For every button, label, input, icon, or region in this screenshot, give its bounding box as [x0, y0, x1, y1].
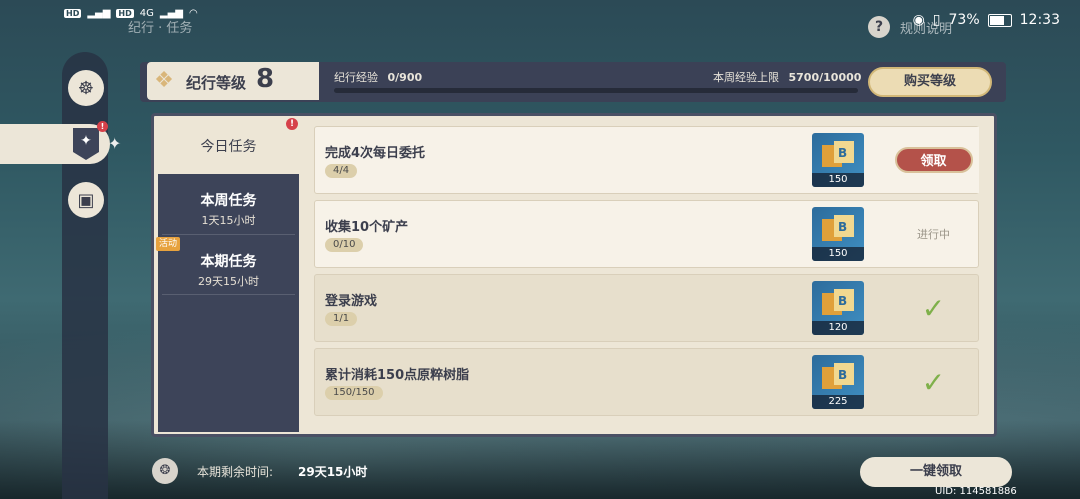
page-title: 纪行 · 任务 — [128, 21, 193, 36]
task-title: 收集10个矿产 — [325, 220, 409, 235]
task-row: 累计消耗150点原粹树脂 150/150 B 225 ✓ — [314, 348, 979, 416]
exp-label: 纪行经验 — [334, 71, 378, 84]
hd-badge: HD — [64, 9, 82, 18]
reward-item[interactable]: B 120 — [812, 281, 864, 335]
level-label: 纪行等级 — [186, 74, 247, 92]
exp-progress-bar — [334, 88, 858, 93]
exp-book-icon: B — [822, 363, 854, 389]
task-row: 登录游戏 1/1 B 120 ✓ — [314, 274, 979, 342]
task-action: ✓ — [888, 349, 979, 415]
task-progress: 1/1 — [325, 312, 358, 326]
battery-icon — [987, 13, 1012, 27]
rail-notification-badge: ! — [97, 121, 108, 132]
task-action: ✓ — [888, 275, 979, 341]
tab-weekly[interactable]: 本周任务 1天15小时 — [158, 190, 299, 228]
event-tag: 活动 — [156, 237, 181, 251]
level-emblem-icon: ❖ — [154, 68, 174, 93]
season-icon: ❂ — [152, 458, 178, 484]
task-title: 登录游戏 — [325, 294, 378, 309]
remaining-time-label: 本期剩余时间: — [197, 465, 274, 479]
svg-text:B: B — [838, 146, 847, 160]
checkmark-icon: ✓ — [921, 365, 946, 399]
exp-book-icon: B — [822, 215, 854, 241]
tab-today-badge: ! — [286, 118, 298, 130]
remaining-time-value: 29天15小时 — [298, 465, 368, 479]
help-icon[interactable]: ? — [868, 16, 890, 38]
side-rail — [62, 52, 108, 499]
tab-divider-2 — [162, 294, 295, 295]
rules-link[interactable]: 规则说明 — [900, 18, 952, 37]
task-row: 完成4次每日委托 4/4 B 150 领取 — [314, 126, 979, 194]
reward-card-icon[interactable]: ▣ — [68, 182, 104, 218]
svg-text:B: B — [838, 294, 847, 308]
clock: 12:33 — [1019, 12, 1060, 28]
sparkle-icon: ✦ — [108, 134, 122, 153]
signal-icon: ▂▄▆ — [87, 8, 111, 19]
task-title: 累计消耗150点原粹树脂 — [325, 368, 470, 383]
tab-season[interactable]: 本期任务 29天15小时 — [158, 251, 299, 289]
battery-percent: 73% — [948, 12, 980, 28]
claim-all-button[interactable]: 一键领取 — [860, 457, 1012, 487]
reward-quantity: 150 — [812, 173, 864, 187]
weekly-cap-readout: 本周经验上限 5700/10000 — [713, 69, 861, 85]
uid-label: UID: 114581886 — [935, 486, 1017, 497]
claim-button[interactable]: 领取 — [894, 147, 973, 173]
in-progress-label: 进行中 — [917, 228, 950, 241]
svg-text:B: B — [838, 220, 847, 234]
reward-item[interactable]: B 150 — [812, 207, 864, 261]
exp-value: 0/900 — [387, 71, 423, 84]
task-progress: 0/10 — [325, 238, 364, 252]
reward-quantity: 225 — [812, 395, 864, 409]
tab-weekly-time: 1天15小时 — [201, 214, 256, 227]
task-title: 完成4次每日委托 — [325, 146, 426, 161]
level-number: 8 — [256, 64, 275, 94]
shell-icon[interactable]: ☸ — [68, 70, 104, 106]
reward-item[interactable]: B 225 — [812, 355, 864, 409]
tab-weekly-label: 本周任务 — [200, 193, 257, 209]
weekly-cap-label: 本周经验上限 — [713, 71, 779, 84]
tab-today[interactable]: 今日任务 — [158, 136, 299, 156]
task-action: 领取 — [888, 127, 979, 193]
task-progress: 4/4 — [325, 164, 358, 178]
buy-level-button[interactable]: 购买等级 — [868, 67, 992, 97]
exp-book-icon: B — [822, 289, 854, 315]
reward-item[interactable]: B 150 — [812, 133, 864, 187]
reward-quantity: 150 — [812, 247, 864, 261]
task-progress: 150/150 — [325, 386, 383, 400]
exp-book-icon: B — [822, 141, 854, 167]
task-row: 收集10个矿产 0/10 B 150 进行中 — [314, 200, 979, 268]
task-action: 进行中 — [888, 201, 979, 267]
tab-divider — [162, 234, 295, 235]
tab-season-time: 29天15小时 — [198, 275, 259, 288]
weekly-cap-value: 5700/10000 — [788, 71, 862, 84]
reward-quantity: 120 — [812, 321, 864, 335]
tab-season-label: 本期任务 — [200, 254, 257, 270]
svg-text:B: B — [838, 368, 847, 382]
checkmark-icon: ✓ — [921, 291, 946, 325]
exp-readout: 纪行经验 0/900 — [334, 69, 422, 85]
